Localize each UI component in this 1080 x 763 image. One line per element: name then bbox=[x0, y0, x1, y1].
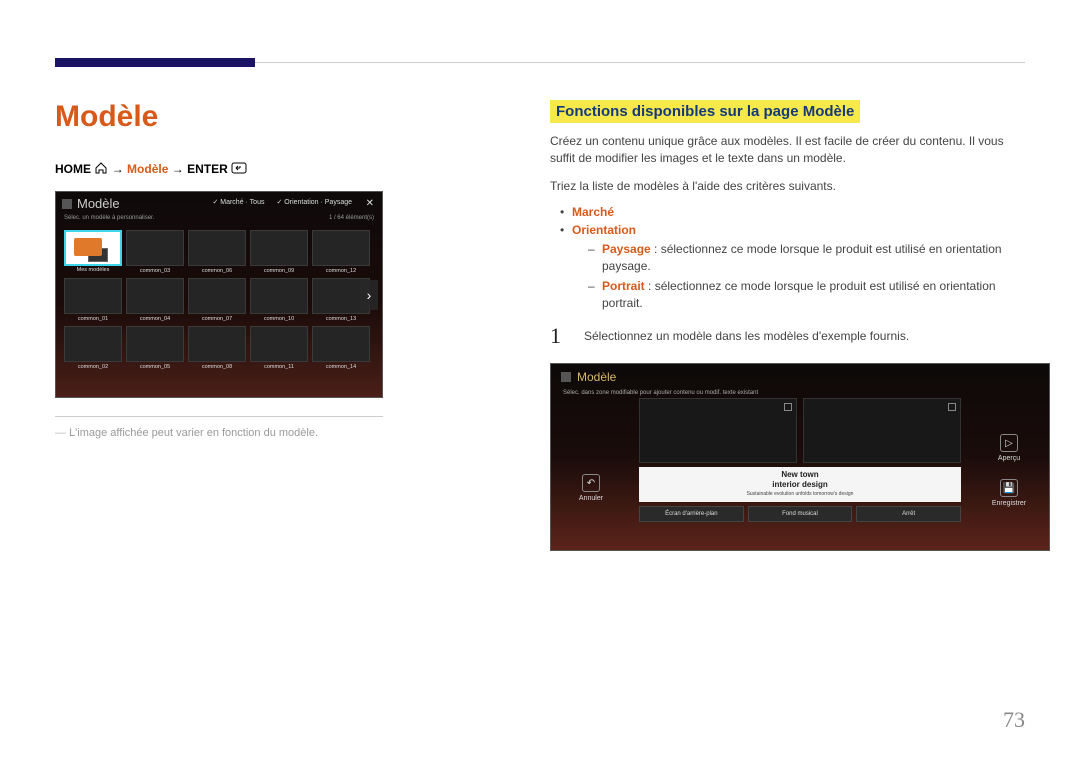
editable-zone-right[interactable] bbox=[803, 398, 961, 463]
breadcrumb-enter: ENTER bbox=[187, 162, 228, 176]
template-cell[interactable]: common_01 bbox=[64, 278, 122, 314]
template-cell[interactable]: common_06 bbox=[188, 230, 246, 266]
right-column: Fonctions disponibles sur la page Modèle… bbox=[550, 100, 1025, 551]
sub-paysage: Paysage : sélectionnez ce mode lorsque l… bbox=[588, 241, 1025, 275]
bullet-orientation: Orientation Paysage : sélectionnez ce mo… bbox=[560, 223, 1025, 311]
home-icon bbox=[94, 162, 108, 177]
text-line-3: Sustainable evolution unfolds tomorrow's… bbox=[645, 491, 955, 497]
ss2-title: Modèle bbox=[577, 370, 616, 384]
cell-label: common_10 bbox=[251, 316, 307, 322]
orientation-sublist: Paysage : sélectionnez ce mode lorsque l… bbox=[572, 241, 1025, 311]
app-icon bbox=[62, 199, 72, 209]
header-rule bbox=[255, 62, 1025, 63]
sub-label: Portrait bbox=[602, 279, 645, 293]
cell-label: common_06 bbox=[189, 268, 245, 274]
tab-stop[interactable]: Arrêt bbox=[856, 506, 961, 522]
filter-orientation[interactable]: Orientation · Paysage bbox=[276, 198, 352, 206]
ss2-subtitle: Sélec. dans zone modifiable pour ajouter… bbox=[551, 390, 1049, 396]
cell-label: common_02 bbox=[65, 364, 121, 370]
breadcrumb-modele: Modèle bbox=[127, 162, 168, 176]
side-label: Enregistrer bbox=[979, 500, 1039, 507]
side-label: Aperçu bbox=[979, 455, 1039, 462]
template-cell[interactable]: common_12 bbox=[312, 230, 370, 266]
section-heading: Fonctions disponibles sur la page Modèle bbox=[550, 100, 860, 123]
breadcrumb-home: HOME bbox=[55, 162, 91, 176]
editable-text-zone[interactable]: New town interior design Sustainable evo… bbox=[639, 467, 961, 502]
save-icon: 💾 bbox=[1000, 479, 1018, 497]
template-cell[interactable]: common_04 bbox=[126, 278, 184, 314]
template-cell[interactable]: common_11 bbox=[250, 326, 308, 362]
cancel-button[interactable]: ↶ Annuler bbox=[561, 474, 621, 502]
text-line-2: interior design bbox=[645, 480, 955, 490]
template-cell[interactable]: common_09 bbox=[250, 230, 308, 266]
breadcrumb: HOME → Modèle → ENTER bbox=[55, 162, 475, 177]
save-button[interactable]: 💾 Enregistrer bbox=[979, 479, 1039, 507]
next-page-arrow[interactable]: › bbox=[360, 280, 378, 310]
header-accent-bar bbox=[55, 58, 255, 67]
page-number: 73 bbox=[1003, 707, 1025, 733]
bullet-marche: Marché bbox=[560, 205, 1025, 219]
sub-portrait: Portrait : sélectionnez ce mode lorsque … bbox=[588, 278, 1025, 312]
template-cell[interactable]: common_07 bbox=[188, 278, 246, 314]
cell-label: common_04 bbox=[127, 316, 183, 322]
ss1-filters: Marché · Tous Orientation · Paysage bbox=[212, 198, 352, 206]
cancel-icon: ↶ bbox=[582, 474, 600, 492]
template-editor-screenshot: Modèle Sélec. dans zone modifiable pour … bbox=[550, 363, 1050, 551]
resize-icon bbox=[948, 403, 956, 411]
cell-label: common_07 bbox=[189, 316, 245, 322]
cell-label: common_12 bbox=[313, 268, 369, 274]
cell-label: Mes modèles bbox=[66, 267, 120, 273]
template-cell[interactable]: common_03 bbox=[126, 230, 184, 266]
page-title: Modèle bbox=[55, 100, 475, 134]
resize-icon bbox=[784, 403, 792, 411]
left-column: Modèle HOME → Modèle → ENTER Modèle Marc… bbox=[55, 100, 475, 439]
preview-button[interactable]: ▷ Aperçu bbox=[979, 434, 1039, 462]
footnote: L'image affichée peut varier en fonction… bbox=[55, 427, 475, 439]
enter-icon bbox=[231, 162, 247, 177]
cell-label: common_03 bbox=[127, 268, 183, 274]
template-cell[interactable]: common_05 bbox=[126, 326, 184, 362]
sub-text: : sélectionnez ce mode lorsque le produi… bbox=[602, 279, 996, 310]
bullet-label: Orientation bbox=[572, 223, 636, 237]
template-cell[interactable]: common_14 bbox=[312, 326, 370, 362]
template-cell-mymodels[interactable]: Mes modèles bbox=[64, 230, 122, 266]
cell-label: common_09 bbox=[251, 268, 307, 274]
cell-label: common_11 bbox=[251, 364, 307, 370]
preview-icon: ▷ bbox=[1000, 434, 1018, 452]
template-cell[interactable]: common_08 bbox=[188, 326, 246, 362]
tab-background[interactable]: Écran d'arrière-plan bbox=[639, 506, 744, 522]
side-label: Annuler bbox=[561, 495, 621, 502]
close-icon[interactable]: ✕ bbox=[366, 198, 374, 209]
criteria-list: Marché Orientation Paysage : sélectionne… bbox=[550, 205, 1025, 311]
filter-marche[interactable]: Marché · Tous bbox=[212, 198, 264, 206]
text-line-1: New town bbox=[645, 470, 955, 480]
ss1-subtitle: Sélec. un modèle à personnaliser. bbox=[64, 215, 154, 221]
step-1: 1 Sélectionnez un modèle dans les modèle… bbox=[550, 323, 1025, 349]
breadcrumb-arrow: → bbox=[112, 162, 124, 176]
sub-label: Paysage bbox=[602, 242, 651, 256]
intro-paragraph: Créez un contenu unique grâce aux modèle… bbox=[550, 133, 1025, 168]
template-grid: Mes modèles common_03 common_06 common_0… bbox=[64, 230, 374, 389]
template-grid-screenshot: Modèle Marché · Tous Orientation · Paysa… bbox=[55, 191, 383, 398]
breadcrumb-arrow: → bbox=[172, 162, 184, 176]
cell-label: common_08 bbox=[189, 364, 245, 370]
sort-paragraph: Triez la liste de modèles à l'aide des c… bbox=[550, 178, 1025, 195]
tab-music[interactable]: Fond musical bbox=[748, 506, 853, 522]
ss1-title: Modèle bbox=[77, 196, 120, 211]
step-text: Sélectionnez un modèle dans les modèles … bbox=[584, 323, 909, 343]
cell-label: common_13 bbox=[313, 316, 369, 322]
app-icon bbox=[561, 372, 571, 382]
divider bbox=[55, 416, 383, 417]
cell-label: common_05 bbox=[127, 364, 183, 370]
editable-zone-left[interactable] bbox=[639, 398, 797, 463]
bullet-label: Marché bbox=[572, 205, 614, 219]
sub-text: : sélectionnez ce mode lorsque le produi… bbox=[602, 242, 1002, 273]
cell-label: common_14 bbox=[313, 364, 369, 370]
ss1-counter: 1 / 64 élément(s) bbox=[329, 215, 374, 221]
template-cell[interactable]: common_10 bbox=[250, 278, 308, 314]
step-number: 1 bbox=[550, 323, 568, 349]
cell-label: common_01 bbox=[65, 316, 121, 322]
template-cell[interactable]: common_02 bbox=[64, 326, 122, 362]
